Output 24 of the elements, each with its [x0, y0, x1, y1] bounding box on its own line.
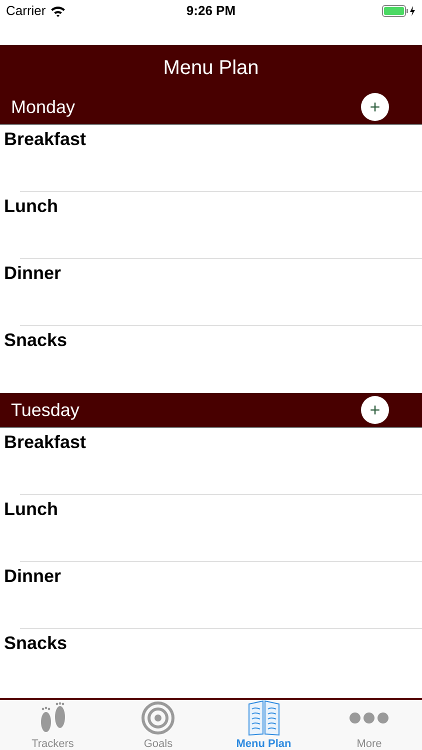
target-icon — [141, 701, 176, 735]
more-icon — [349, 712, 390, 724]
status-time: 9:26 PM — [186, 2, 236, 20]
carrier-label: Carrier — [6, 2, 46, 20]
add-button[interactable]: + — [361, 396, 389, 424]
page-title: Menu Plan — [163, 56, 259, 80]
day-label: Tuesday — [11, 398, 80, 422]
meal-label: Dinner — [4, 262, 62, 285]
meal-label: Snacks — [4, 329, 68, 352]
meal-label: Snacks — [4, 632, 68, 655]
wifi-icon — [50, 5, 66, 17]
open-book-icon — [246, 700, 281, 736]
tab-item[interactable]: Menu Plan — [211, 700, 316, 750]
add-button[interactable]: + — [361, 93, 389, 121]
tab-item[interactable]: Trackers — [0, 700, 106, 750]
battery-icon — [382, 5, 416, 17]
meal-label: Dinner — [4, 565, 62, 588]
tab-item[interactable]: Goals — [106, 700, 211, 750]
meal-label: Lunch — [4, 195, 58, 218]
day-label: Monday — [11, 96, 76, 119]
meal-label: Breakfast — [4, 431, 86, 454]
tab-item[interactable]: More — [316, 700, 422, 750]
meal-label: Lunch — [4, 498, 58, 521]
meal-label: Breakfast — [4, 128, 86, 151]
